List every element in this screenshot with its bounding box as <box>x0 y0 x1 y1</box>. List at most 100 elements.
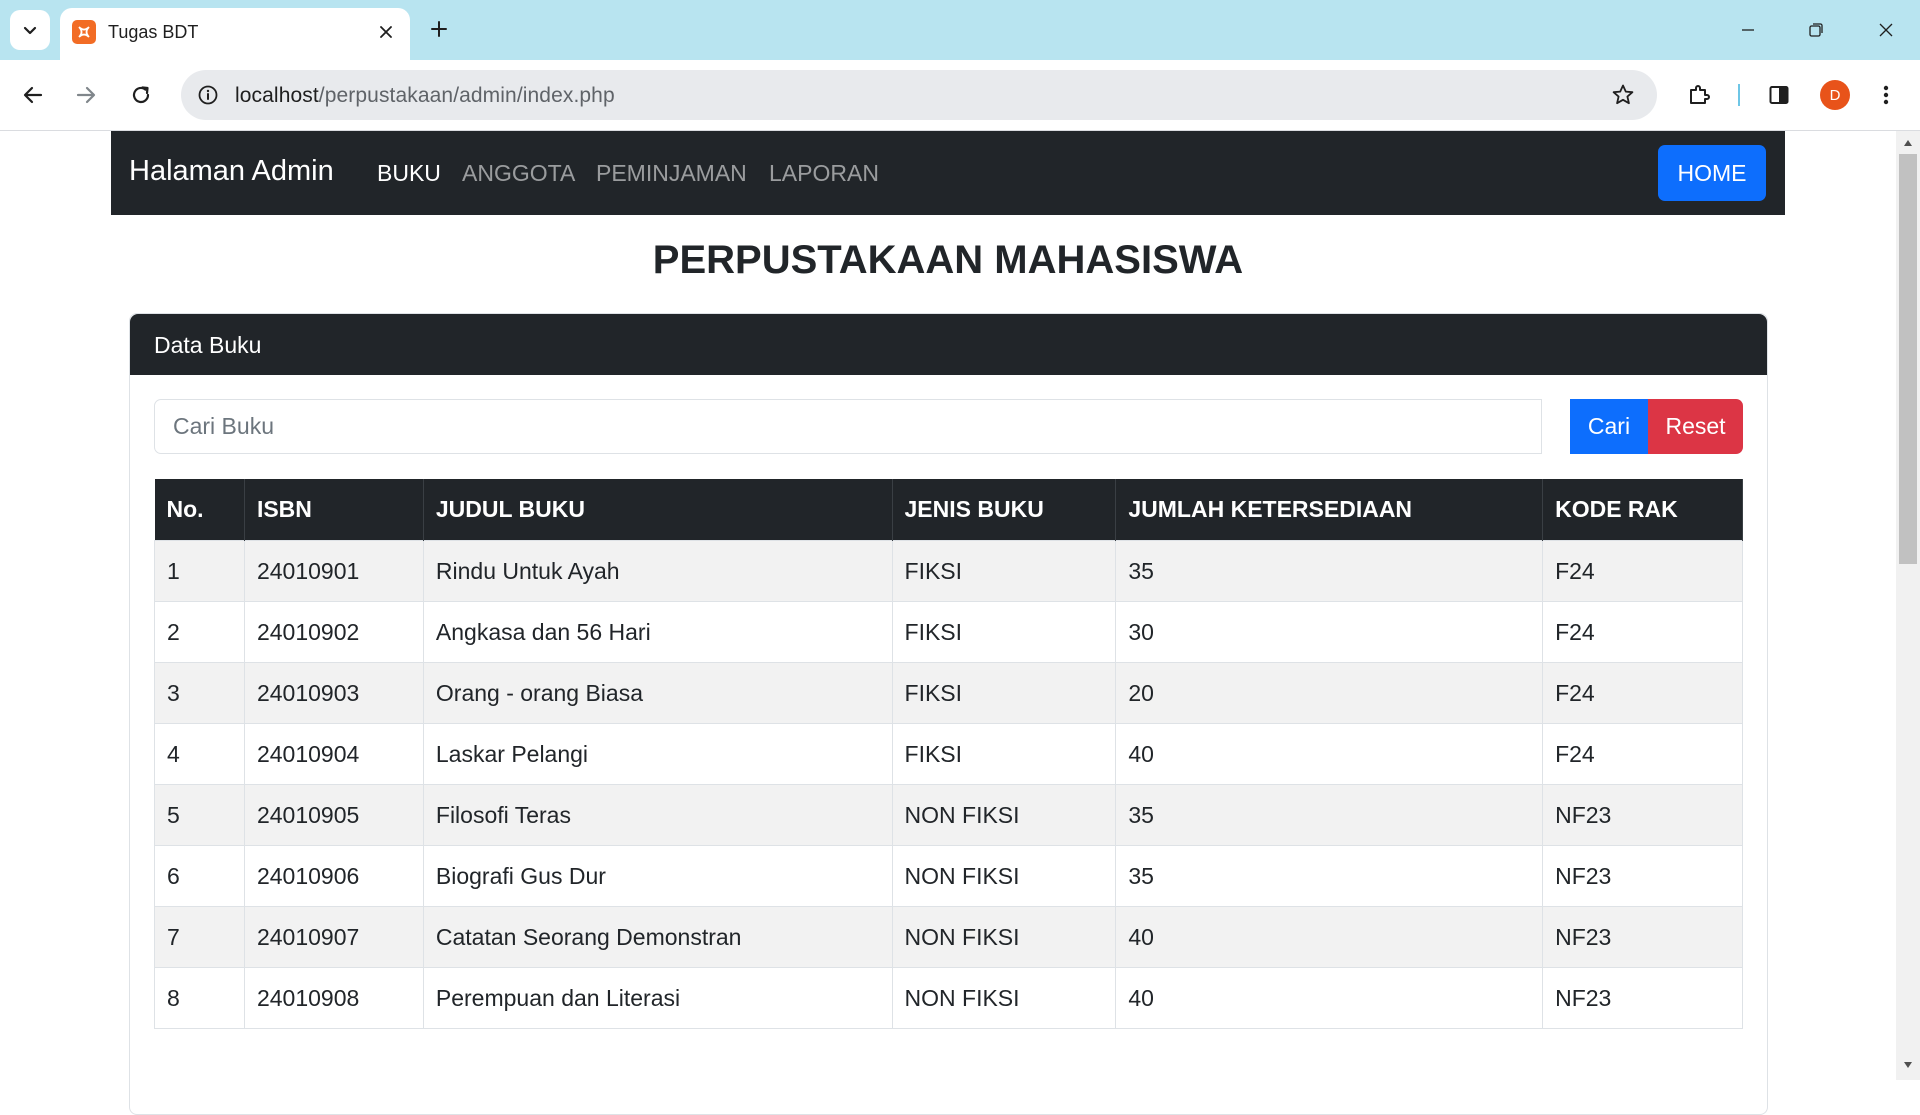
scrollbar-thumb[interactable] <box>1899 154 1917 564</box>
cell-jumlah: 35 <box>1115 540 1544 602</box>
more-vertical-icon <box>1883 85 1889 105</box>
reload-icon <box>132 86 150 104</box>
tab-title: Tugas BDT <box>108 22 199 42</box>
table-row: 6 24010906 Biografi Gus Dur NON FIKSI 35… <box>154 845 1743 907</box>
cell-kode-rak: NF23 <box>1542 784 1743 846</box>
url-text: localhost/perpustakaan/admin/index.php <box>235 84 615 108</box>
column-header-jumlah-ketersediaan: JUMLAH KETERSEDIAAN <box>1115 479 1544 541</box>
restore-icon <box>1809 23 1823 37</box>
admin-navbar: Halaman Admin BUKU ANGGOTA PEMINJAMAN LA… <box>111 131 1785 215</box>
cell-no: 2 <box>154 601 245 663</box>
close-window-button[interactable] <box>1862 10 1910 50</box>
bookmark-star-icon[interactable] <box>1609 81 1637 109</box>
cell-no: 7 <box>154 906 245 968</box>
cell-isbn: 24010907 <box>243 906 424 968</box>
table-row: 4 24010904 Laskar Pelangi FIKSI 40 F24 <box>154 723 1743 785</box>
url-path: /perpustakaan/admin/index.php <box>318 84 615 107</box>
close-icon <box>1879 23 1893 37</box>
nav-link-anggota[interactable]: ANGGOTA <box>462 160 575 187</box>
cell-judul-buku: Laskar Pelangi <box>422 723 893 785</box>
data-buku-card: Data Buku Cari Reset No. ISBN JUDUL BUKU… <box>129 313 1768 1115</box>
cell-jenis-buku: NON FIKSI <box>891 906 1117 968</box>
column-header-isbn: ISBN <box>244 479 424 541</box>
column-header-no: No. <box>154 479 245 541</box>
back-button[interactable] <box>14 76 52 114</box>
cell-kode-rak: NF23 <box>1542 967 1743 1029</box>
minimize-icon <box>1742 29 1754 31</box>
card-header: Data Buku <box>130 314 1767 375</box>
new-tab-button[interactable] <box>422 12 456 46</box>
cell-jumlah: 35 <box>1115 845 1544 907</box>
browser-tab-strip: Tugas BDT <box>0 0 1920 60</box>
cell-judul-buku: Rindu Untuk Ayah <box>422 540 893 602</box>
scroll-up-arrow-icon[interactable] <box>1901 136 1915 150</box>
xampp-favicon-icon <box>72 20 96 44</box>
cell-jumlah: 40 <box>1115 723 1544 785</box>
cell-no: 5 <box>154 784 245 846</box>
table-row: 2 24010902 Angkasa dan 56 Hari FIKSI 30 … <box>154 601 1743 663</box>
scroll-down-arrow-icon[interactable] <box>1901 1058 1915 1072</box>
navbar-brand[interactable]: Halaman Admin <box>129 155 334 188</box>
restore-button[interactable] <box>1792 10 1840 50</box>
search-button[interactable]: Cari <box>1570 399 1648 454</box>
cell-judul-buku: Perempuan dan Literasi <box>422 967 893 1029</box>
puzzle-icon <box>1690 85 1710 104</box>
extensions-button[interactable] <box>1680 76 1718 114</box>
cell-jenis-buku: FIKSI <box>891 723 1117 785</box>
plus-icon <box>431 21 447 37</box>
home-button[interactable]: HOME <box>1658 145 1766 201</box>
cell-kode-rak: NF23 <box>1542 845 1743 907</box>
reset-button[interactable]: Reset <box>1648 399 1743 454</box>
url-host: localhost <box>235 84 319 107</box>
cell-no: 3 <box>154 662 245 724</box>
table-row: 3 24010903 Orang - orang Biasa FIKSI 20 … <box>154 662 1743 724</box>
address-bar[interactable]: localhost/perpustakaan/admin/index.php <box>181 70 1657 120</box>
forward-button[interactable] <box>67 76 105 114</box>
cell-no: 1 <box>154 540 245 602</box>
cell-isbn: 24010905 <box>243 784 424 846</box>
tab-search-button[interactable] <box>10 10 50 50</box>
site-info-icon[interactable] <box>195 82 221 108</box>
cell-isbn: 24010901 <box>243 540 424 602</box>
cell-judul-buku: Catatan Seorang Demonstran <box>422 906 893 968</box>
cell-isbn: 24010906 <box>243 845 424 907</box>
cell-kode-rak: NF23 <box>1542 906 1743 968</box>
browser-menu-button[interactable] <box>1867 76 1905 114</box>
arrow-left-icon <box>23 86 43 104</box>
arrow-right-icon <box>76 86 96 104</box>
table-row: 8 24010908 Perempuan dan Literasi NON FI… <box>154 967 1743 1029</box>
cell-jenis-buku: FIKSI <box>891 601 1117 663</box>
cell-judul-buku: Angkasa dan 56 Hari <box>422 601 893 663</box>
search-input[interactable] <box>154 399 1542 454</box>
books-table: No. ISBN JUDUL BUKU JENIS BUKU JUMLAH KE… <box>154 479 1743 1029</box>
cell-jumlah: 35 <box>1115 784 1544 846</box>
cell-jenis-buku: NON FIKSI <box>891 967 1117 1029</box>
nav-link-buku[interactable]: BUKU <box>377 160 441 187</box>
cell-isbn: 24010904 <box>243 723 424 785</box>
tab-close-button[interactable] <box>374 20 398 44</box>
nav-link-laporan[interactable]: LAPORAN <box>769 160 879 187</box>
column-header-jenis-buku: JENIS BUKU <box>892 479 1117 541</box>
cell-kode-rak: F24 <box>1542 601 1743 663</box>
cell-kode-rak: F24 <box>1542 540 1743 602</box>
toolbar-separator <box>1738 84 1740 106</box>
cell-jenis-buku: FIKSI <box>891 540 1117 602</box>
side-panel-icon <box>1769 86 1789 104</box>
card-header-title: Data Buku <box>154 332 262 358</box>
cell-isbn: 24010902 <box>243 601 424 663</box>
table-row: 5 24010905 Filosofi Teras NON FIKSI 35 N… <box>154 784 1743 846</box>
side-panel-button[interactable] <box>1760 76 1798 114</box>
reload-button[interactable] <box>122 76 160 114</box>
table-row: 1 24010901 Rindu Untuk Ayah FIKSI 35 F24 <box>154 540 1743 602</box>
cell-judul-buku: Filosofi Teras <box>422 784 893 846</box>
cell-jumlah: 40 <box>1115 967 1544 1029</box>
cell-jumlah: 20 <box>1115 662 1544 724</box>
page-title: PERPUSTAKAAN MAHASISWA <box>652 238 1244 282</box>
browser-tab[interactable]: Tugas BDT <box>60 8 410 60</box>
nav-link-peminjaman[interactable]: PEMINJAMAN <box>596 160 747 187</box>
cell-isbn: 24010908 <box>243 967 424 1029</box>
minimize-button[interactable] <box>1724 10 1772 50</box>
cell-kode-rak: F24 <box>1542 662 1743 724</box>
browser-toolbar: localhost/perpustakaan/admin/index.php D <box>0 60 1920 131</box>
profile-avatar[interactable]: D <box>1820 80 1850 110</box>
